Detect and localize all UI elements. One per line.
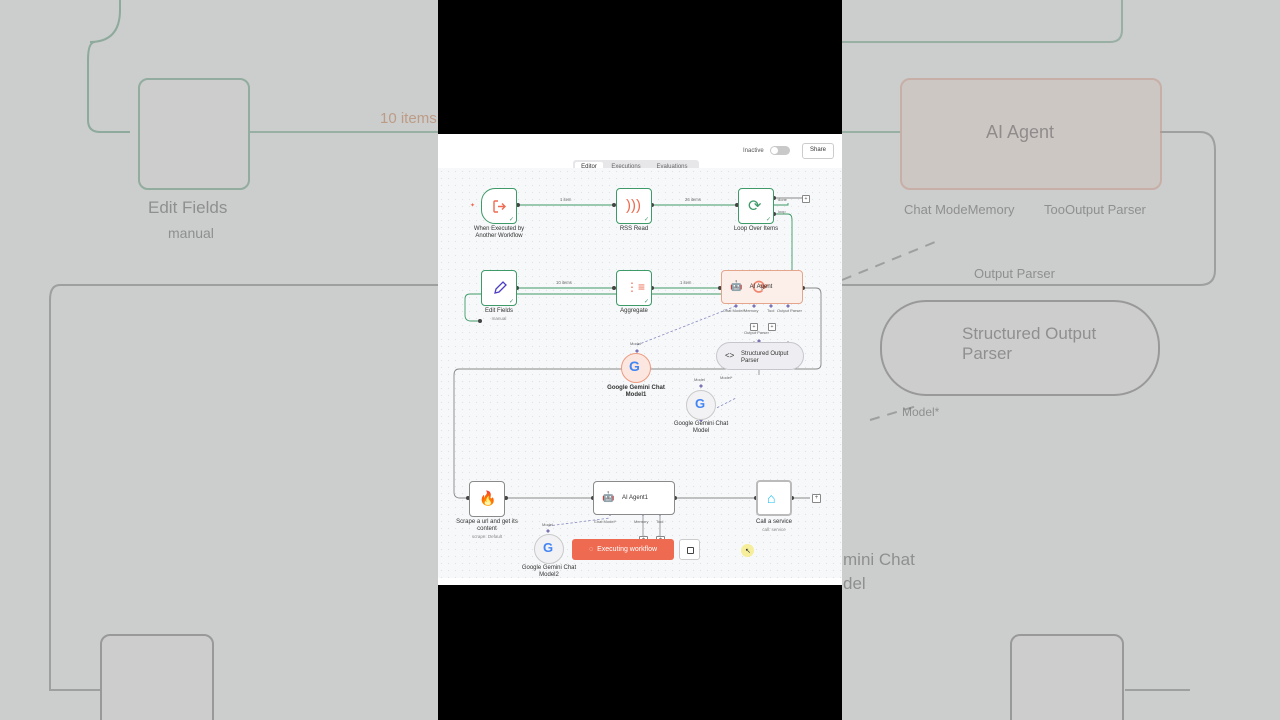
pencil-icon	[494, 281, 507, 294]
node-gemini-model2[interactable]: G	[534, 534, 564, 564]
loop-arrows-icon: ⟳	[748, 198, 762, 215]
sign-in-icon	[493, 200, 506, 213]
node-gemini-model1[interactable]: G	[621, 353, 651, 383]
node-aggregate-label: Aggregate	[620, 308, 648, 314]
google-icon: G	[543, 540, 554, 555]
executing-workflow-label: Executing workflow	[597, 546, 658, 553]
node-edit-fields[interactable]: ✓	[481, 270, 517, 306]
agent1-port-chat: Chat Model*	[594, 519, 617, 524]
node-ai-agent[interactable]: 🤖 ⟳ AI Agent	[721, 270, 803, 304]
stop-execution-button[interactable]	[679, 539, 700, 560]
node-trigger-label: When Executed by Another Workflow	[473, 226, 525, 239]
node-call-sub: call: service	[762, 527, 786, 532]
success-check-icon: ✓	[508, 217, 514, 223]
edge-label-5: 1 item	[680, 280, 692, 285]
edge-loop-done	[774, 203, 789, 206]
agent1-port-tool: Tool	[656, 519, 664, 524]
edge-label-4: 10 items	[556, 280, 572, 285]
edge-label-2: 26 items	[685, 197, 701, 202]
node-gemini1-label: Google Gemini Chat Model1	[607, 385, 665, 398]
node-gemini-label: Google Gemini Chat Model	[673, 421, 729, 434]
home-assistant-icon: ⌂	[767, 490, 776, 506]
node-call-label: Call a service	[755, 519, 792, 525]
gemini1-port-label: Model	[630, 341, 641, 346]
executing-workflow-button[interactable]: ◌ Executing workflow	[572, 539, 674, 560]
node-call-service[interactable]: ⌂	[756, 480, 792, 516]
node-scrape[interactable]: 🔥	[469, 481, 505, 517]
active-status-label: Inactive	[743, 148, 764, 154]
structured-port-label: Model*	[720, 375, 733, 380]
node-gemini2-label: Google Gemini Chat Model2	[521, 565, 577, 578]
node-ai-agent1[interactable]: 🤖 AI Agent1	[593, 481, 675, 515]
node-edit-fields-sub: manual	[491, 316, 507, 321]
node-loop-label: Loop Over Items	[733, 226, 779, 232]
agent-port-tool: Tool	[767, 308, 775, 313]
robot-icon: 🤖	[730, 281, 743, 292]
code-brackets-icon: <>	[725, 351, 735, 360]
rss-icon: )))	[626, 197, 641, 214]
loop-loop-label: loop	[778, 209, 786, 214]
node-loop-over-items[interactable]: ⟳ ✓	[738, 188, 774, 224]
loop-done-label: done	[778, 197, 787, 202]
agent-port-memory: Memory	[744, 308, 759, 313]
aggregate-icon: ⋮≡	[626, 280, 646, 294]
google-icon: G	[629, 358, 640, 374]
gemini2-port-label: Model	[542, 522, 553, 527]
spinner-icon: ◌	[588, 546, 594, 553]
n8n-editor-window: Inactive Share Editor Executions Evaluat…	[438, 134, 842, 585]
node-ai-agent1-label: AI Agent1	[621, 495, 649, 501]
edge-label-1: 1 item	[560, 197, 572, 202]
node-scrape-sub: scrape: Default	[471, 534, 503, 539]
add-node-after-call-button[interactable]: +	[812, 494, 821, 503]
active-toggle[interactable]	[770, 146, 790, 155]
agent1-port-memory: Memory	[634, 519, 649, 524]
share-button[interactable]: Share	[802, 143, 834, 159]
node-structured-label: Structured Output Parser	[741, 351, 789, 364]
node-ai-agent-label: AI Agent	[749, 284, 773, 290]
trigger-marker-icon: ✦	[470, 203, 476, 209]
node-structured-output-parser[interactable]: <> Structured Output Parser	[716, 342, 804, 370]
node-trigger[interactable]: ✓	[481, 188, 517, 224]
success-check-icon: ✓	[765, 217, 771, 223]
node-aggregate[interactable]: ⋮≡ ✓	[616, 270, 652, 306]
add-node-after-loop-button[interactable]: +	[802, 195, 810, 203]
fire-icon: 🔥	[479, 490, 497, 506]
workflow-canvas[interactable]: 1 item 26 items 10 items 10 items 1 item…	[438, 168, 842, 578]
robot-icon: 🤖	[602, 492, 615, 503]
success-check-icon: ✓	[643, 299, 649, 305]
gemini-port-label: Model	[694, 377, 705, 382]
cursor-arrow-icon: ↖	[745, 548, 751, 555]
google-icon: G	[695, 396, 706, 411]
output-parser-label: Output Parser	[744, 330, 769, 335]
add-tool-button[interactable]: +	[768, 323, 776, 331]
success-check-icon: ✓	[643, 217, 649, 223]
node-edit-fields-label: Edit Fields	[484, 308, 513, 314]
node-rss-label: RSS Read	[619, 226, 649, 232]
node-scrape-label: Scrape a url and get its content	[456, 519, 518, 532]
node-gemini-model[interactable]: G	[686, 390, 716, 420]
agent-port-chat: Chat Model*	[723, 308, 746, 313]
agent-port-output: Output Parser	[777, 308, 802, 313]
node-rss-read[interactable]: ))) ✓	[616, 188, 652, 224]
success-check-icon: ✓	[508, 299, 514, 305]
